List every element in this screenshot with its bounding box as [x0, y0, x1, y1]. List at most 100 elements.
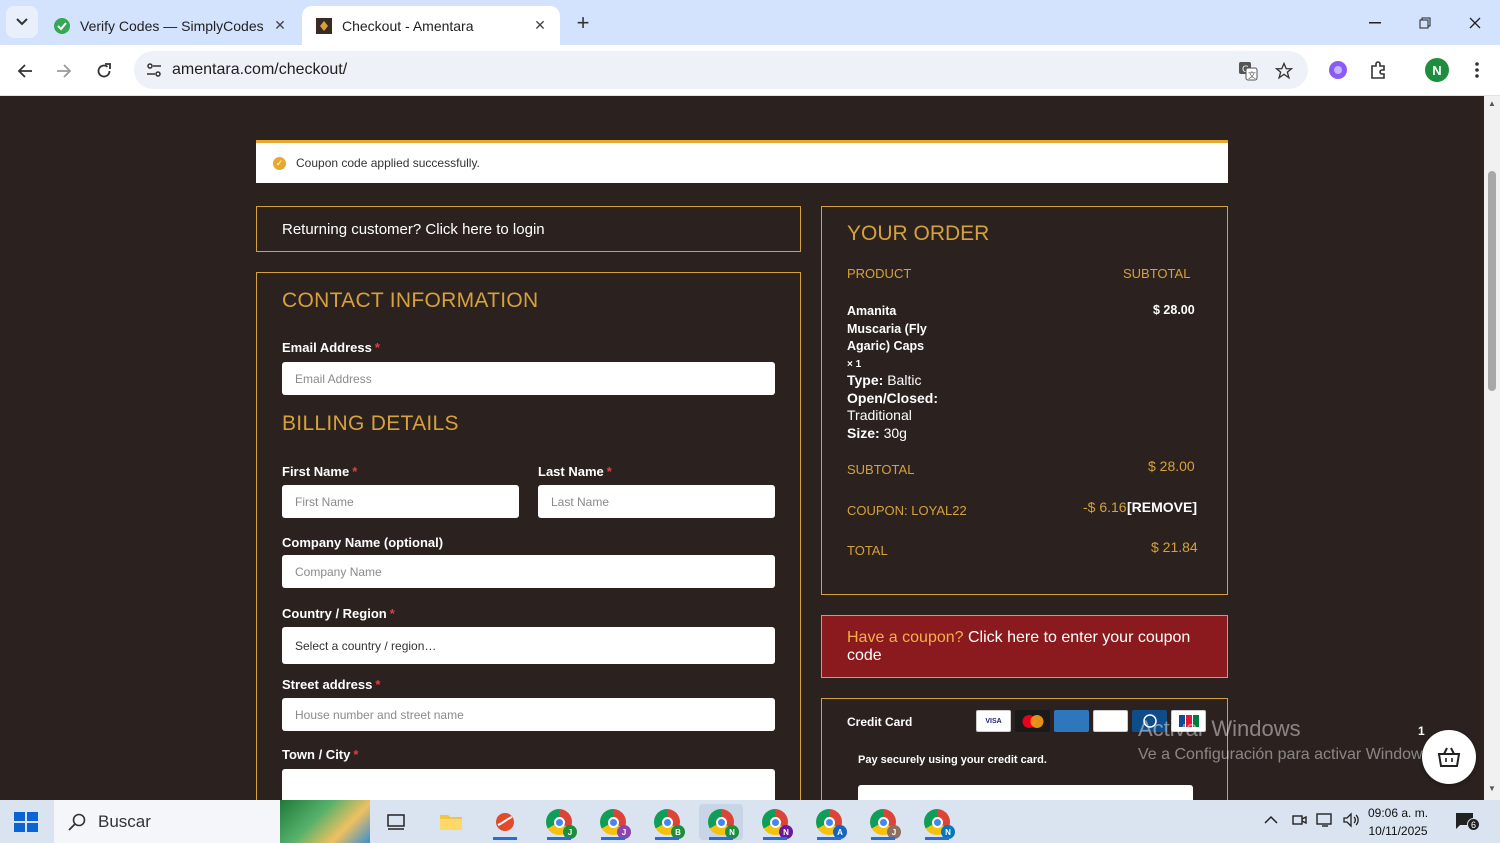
restore-window-button[interactable]	[1400, 0, 1450, 45]
first-name-field[interactable]: First Name	[282, 485, 519, 518]
chrome-profile-6[interactable]: A	[807, 804, 851, 840]
required-mark: *	[606, 464, 612, 479]
chrome-icon: N	[924, 809, 955, 839]
chevron-down-icon	[16, 18, 28, 26]
town-city-field[interactable]	[282, 769, 775, 800]
checkout-page: ✓ Coupon code applied successfully. Retu…	[0, 96, 1484, 800]
tab-simplycodes[interactable]: Verify Codes — SimplyCodes ✕	[40, 6, 300, 45]
subtotal-value: $ 28.00	[1148, 458, 1195, 474]
country-region-label: Country / Region *	[282, 606, 395, 621]
company-name-field[interactable]: Company Name	[282, 555, 775, 588]
taskbar-app-red[interactable]	[483, 804, 527, 840]
app-icon	[496, 813, 514, 831]
company-name-label: Company Name (optional)	[282, 535, 444, 550]
system-clock[interactable]: 09:06 a. m. 10/11/2025	[1368, 804, 1428, 840]
scroll-up-arrow-icon[interactable]: ▲	[1487, 99, 1497, 109]
bookmark-star-icon[interactable]	[1272, 59, 1296, 83]
tab-amentara-checkout[interactable]: Checkout - Amentara ✕	[302, 6, 560, 45]
required-mark: *	[353, 747, 359, 762]
network-icon[interactable]	[1316, 812, 1336, 831]
copilot-icon[interactable]	[1325, 57, 1351, 83]
total-label: TOTAL	[847, 543, 888, 558]
returning-customer-login-link[interactable]: Returning customer? Click here to login	[256, 206, 801, 252]
browser-tab-bar: Verify Codes — SimplyCodes ✕ Checkout - …	[0, 0, 1500, 45]
item-name: Amanita Muscaria (Fly Agaric) Caps × 1	[847, 303, 927, 373]
site-settings-icon[interactable]	[140, 56, 168, 84]
simplycodes-favicon-icon	[54, 17, 70, 34]
forward-button[interactable]	[48, 55, 80, 87]
arrow-right-icon	[57, 64, 72, 78]
svg-text:文: 文	[1248, 70, 1256, 80]
town-city-label: Town / City *	[282, 747, 359, 762]
discover-card-icon	[1093, 710, 1128, 732]
task-view-button[interactable]	[374, 804, 418, 840]
minimize-window-button[interactable]	[1350, 0, 1400, 45]
street-address-field[interactable]: House number and street name	[282, 698, 775, 731]
back-button[interactable]	[9, 55, 41, 87]
new-tab-button[interactable]: +	[570, 10, 596, 36]
amentara-favicon-icon	[316, 17, 332, 34]
tab-search-button[interactable]	[6, 6, 38, 38]
cart-count-badge: 1	[1418, 724, 1425, 738]
email-field[interactable]: Email Address	[282, 362, 775, 395]
show-hidden-icons-chevron-icon[interactable]	[1264, 812, 1278, 828]
chrome-profile-1[interactable]: J	[537, 804, 581, 840]
scrollbar-thumb[interactable]	[1488, 171, 1496, 391]
scroll-down-arrow-icon[interactable]: ▼	[1487, 784, 1497, 794]
item-quantity: × 1	[847, 358, 862, 370]
coupon-success-notice: ✓ Coupon code applied successfully.	[256, 140, 1228, 183]
subtotal-column-header: SUBTOTAL	[1123, 266, 1191, 281]
clock-time: 09:06 a. m.	[1368, 806, 1429, 820]
chrome-profile-5[interactable]: N	[753, 804, 797, 840]
clock-date: 10/11/2025	[1368, 824, 1428, 838]
meet-now-icon[interactable]	[1291, 812, 1307, 831]
payment-method-label: Credit Card	[847, 715, 913, 729]
total-value: $ 21.84	[1151, 539, 1198, 555]
task-view-icon	[387, 814, 405, 830]
close-tab-icon[interactable]: ✕	[530, 16, 550, 36]
address-bar[interactable]: amentara.com/checkout/ G文	[134, 51, 1308, 89]
check-circle-icon: ✓	[273, 156, 286, 170]
required-mark: *	[352, 464, 358, 479]
coupon-question: Have a coupon?	[847, 629, 964, 646]
close-tab-icon[interactable]: ✕	[270, 16, 290, 36]
translate-icon[interactable]: G文	[1236, 59, 1260, 83]
card-number-field[interactable]	[858, 785, 1193, 800]
last-name-label: Last Name *	[538, 464, 612, 479]
billing-details-heading: BILLING DETAILS	[282, 412, 459, 435]
close-window-button[interactable]	[1450, 0, 1500, 45]
enter-coupon-prompt[interactable]: Have a coupon? Click here to enter your …	[821, 615, 1228, 678]
floating-cart-button[interactable]	[1422, 730, 1476, 784]
chrome-icon: B	[654, 809, 685, 839]
mastercard-icon	[1015, 710, 1050, 732]
shopping-basket-icon	[1437, 747, 1461, 767]
country-region-select[interactable]: Select a country / region…	[282, 627, 775, 664]
file-explorer-button[interactable]	[429, 804, 473, 840]
chrome-icon: J	[546, 809, 577, 839]
notification-center-button[interactable]: 6	[1454, 812, 1480, 831]
chrome-profile-7[interactable]: J	[861, 804, 905, 840]
notice-text: Coupon code applied successfully.	[296, 156, 480, 170]
chrome-profile-8[interactable]: N	[915, 804, 959, 840]
profile-avatar[interactable]: N	[1425, 58, 1449, 82]
chrome-icon: N	[762, 809, 793, 839]
windows-start-button[interactable]	[14, 812, 38, 832]
reload-button[interactable]	[88, 55, 120, 87]
contact-information-heading: CONTACT INFORMATION	[282, 289, 539, 312]
visa-card-icon: VISA	[976, 710, 1011, 732]
item-price: $ 28.00	[1153, 303, 1195, 317]
chrome-profile-4[interactable]: N	[699, 804, 743, 840]
arrow-left-icon	[17, 64, 32, 78]
remove-coupon-link[interactable]: [REMOVE]	[1127, 499, 1197, 515]
page-scrollbar[interactable]: ▲ ▼	[1484, 96, 1500, 800]
folder-icon	[440, 815, 462, 830]
windows-activation-watermark: Activar Windows Ve a Configuración para …	[1138, 716, 1436, 763]
last-name-field[interactable]: Last Name	[538, 485, 775, 518]
taskbar-search-box[interactable]: Buscar	[54, 800, 370, 843]
chrome-profile-3[interactable]: B	[645, 804, 689, 840]
browser-menu-icon[interactable]	[1464, 57, 1490, 83]
chrome-profile-2[interactable]: J	[591, 804, 635, 840]
extensions-icon[interactable]	[1366, 57, 1392, 83]
volume-icon[interactable]	[1342, 812, 1362, 831]
chrome-icon: J	[870, 809, 901, 839]
